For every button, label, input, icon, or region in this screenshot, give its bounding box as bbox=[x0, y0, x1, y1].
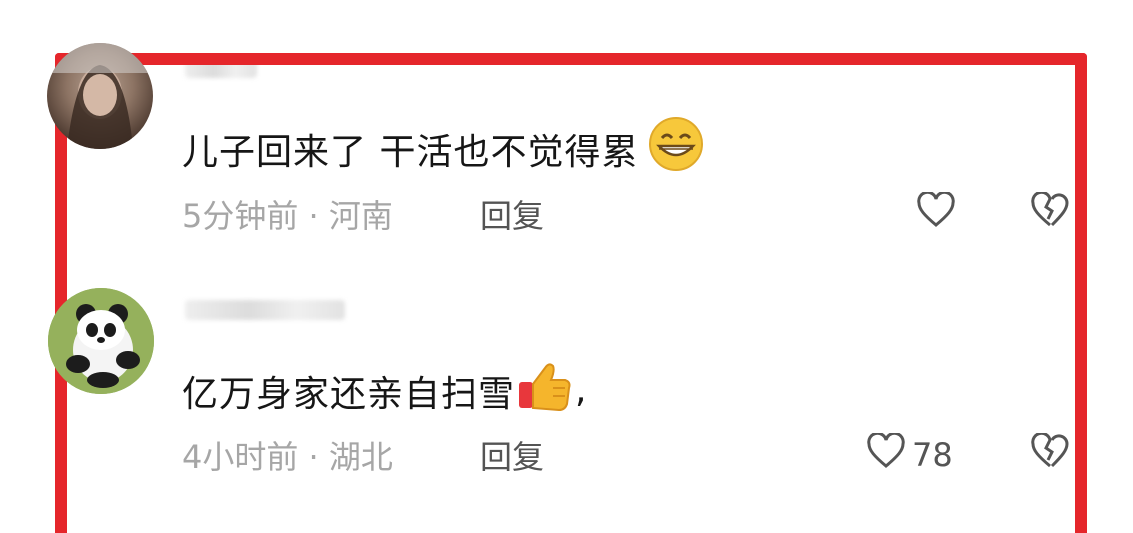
like-button[interactable]: 78 bbox=[866, 431, 953, 477]
dislike-button[interactable] bbox=[1030, 190, 1070, 232]
grin-emoji-icon bbox=[648, 116, 704, 181]
broken-heart-icon bbox=[1030, 431, 1070, 473]
like-button[interactable] bbox=[916, 190, 962, 236]
comment-meta: 4小时前 · 湖北 回复 bbox=[182, 432, 544, 478]
timestamp: 5分钟前 bbox=[182, 197, 299, 235]
heart-icon bbox=[866, 431, 906, 477]
separator-dot: · bbox=[308, 197, 319, 235]
trailing-punctuation: , bbox=[575, 370, 588, 411]
dislike-button[interactable] bbox=[1030, 431, 1070, 473]
username-blurred bbox=[185, 58, 257, 78]
comment-text: 儿子回来了 干活也不觉得累 bbox=[182, 116, 704, 181]
avatar[interactable] bbox=[48, 288, 154, 394]
avatar[interactable] bbox=[47, 43, 153, 149]
username-blurred bbox=[185, 300, 345, 320]
comment-text: 亿万身家还亲自扫雪 , bbox=[182, 358, 587, 423]
heart-icon bbox=[916, 190, 956, 236]
separator-dot: · bbox=[308, 438, 319, 476]
comment-meta: 5分钟前 · 河南 回复 bbox=[182, 191, 544, 237]
location: 河南 bbox=[328, 197, 393, 235]
reply-button[interactable]: 回复 bbox=[480, 432, 544, 478]
reply-button[interactable]: 回复 bbox=[480, 191, 544, 237]
thumbs-up-emoji-icon bbox=[517, 358, 573, 423]
location: 湖北 bbox=[328, 438, 393, 476]
broken-heart-icon bbox=[1030, 190, 1070, 232]
timestamp: 4小时前 bbox=[182, 438, 299, 476]
like-count: 78 bbox=[912, 436, 953, 474]
